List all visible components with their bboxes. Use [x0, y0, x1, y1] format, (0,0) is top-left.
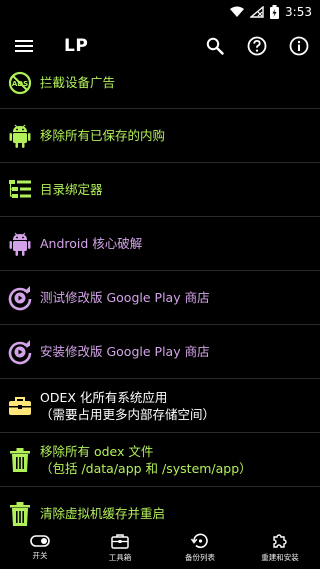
android-robot-icon [9, 232, 31, 256]
bottom-navigation: 开关 工具箱 备份列表 重建和安装 [0, 527, 320, 569]
tab-label: 工具箱 [108, 552, 132, 562]
item-label: Android 核心破解 [40, 236, 143, 251]
tab-switches[interactable]: 开关 [0, 527, 80, 569]
toolbox-icon [9, 396, 31, 415]
list-item-odex-system-apps[interactable]: ODEX 化所有系统应用 （需要占用更多内部存储空间） [0, 379, 320, 433]
item-label: 拦截设备广告 [40, 75, 116, 90]
list-item-clear-dalvik-cache[interactable]: 清除虚拟机缓存并重启 [0, 487, 320, 527]
item-label: 移除所有 odex 文件 [40, 443, 154, 459]
play-store-refresh-icon [8, 339, 32, 364]
item-label: 安装修改版 Google Play 商店 [40, 344, 210, 359]
item-label: 目录绑定器 [40, 182, 103, 197]
ads-block-icon: ADS [8, 71, 32, 94]
app-title: LP [64, 36, 89, 56]
wifi-icon [230, 6, 245, 17]
battery-icon [270, 5, 280, 19]
trash-icon [10, 447, 30, 472]
directory-tree-icon [9, 179, 31, 198]
search-icon [206, 37, 224, 55]
toolbox-icon [111, 533, 129, 549]
list-item-test-modified-play-store[interactable]: 测试修改版 Google Play 商店 [0, 271, 320, 325]
help-icon [247, 36, 267, 56]
cellular-off-icon [250, 6, 264, 18]
item-label: ODEX 化所有系统应用 [40, 389, 168, 405]
play-store-refresh-icon [8, 285, 32, 310]
tab-label: 重建和安装 [261, 553, 299, 562]
tab-label: 备份列表 [185, 553, 215, 562]
list-item-android-core-patch[interactable]: Android 核心破解 [0, 217, 320, 271]
item-label: 移除所有已保存的内购 [40, 128, 166, 143]
item-label: 测试修改版 Google Play 商店 [40, 290, 210, 305]
item-label: 清除虚拟机缓存并重启 [40, 506, 166, 521]
list-item-remove-odex-files[interactable]: 移除所有 odex 文件 （包括 /data/app 和 /system/app… [0, 433, 320, 487]
puzzle-piece-icon [273, 534, 287, 548]
list-item-remove-purchases[interactable]: 移除所有已保存的内购 [0, 109, 320, 163]
tools-list: ADS 拦截设备广告 移除所有已保存的内购 [0, 57, 320, 527]
toggle-icon [30, 535, 50, 547]
status-bar: 3:53 [0, 0, 320, 24]
hamburger-menu-icon [15, 40, 33, 52]
list-item-block-ads[interactable]: ADS 拦截设备广告 [0, 57, 320, 109]
tab-rebuild-install[interactable]: 重建和安装 [240, 527, 320, 569]
tab-label: 开关 [32, 551, 48, 560]
info-icon [289, 36, 309, 56]
list-item-install-modified-play-store[interactable]: 安装修改版 Google Play 商店 [0, 325, 320, 379]
android-robot-icon [9, 124, 31, 148]
list-item-directory-binder[interactable]: 目录绑定器 [0, 163, 320, 217]
item-sublabel: （需要占用更多内部存储空间） [40, 406, 216, 422]
trash-icon [10, 501, 30, 526]
tab-backups[interactable]: 备份列表 [160, 527, 240, 569]
item-sublabel: （包括 /data/app 和 /system/app） [40, 460, 252, 476]
tab-toolbox[interactable]: 工具箱 [80, 527, 160, 569]
clock: 3:53 [285, 5, 312, 19]
backup-restore-icon [191, 533, 208, 549]
